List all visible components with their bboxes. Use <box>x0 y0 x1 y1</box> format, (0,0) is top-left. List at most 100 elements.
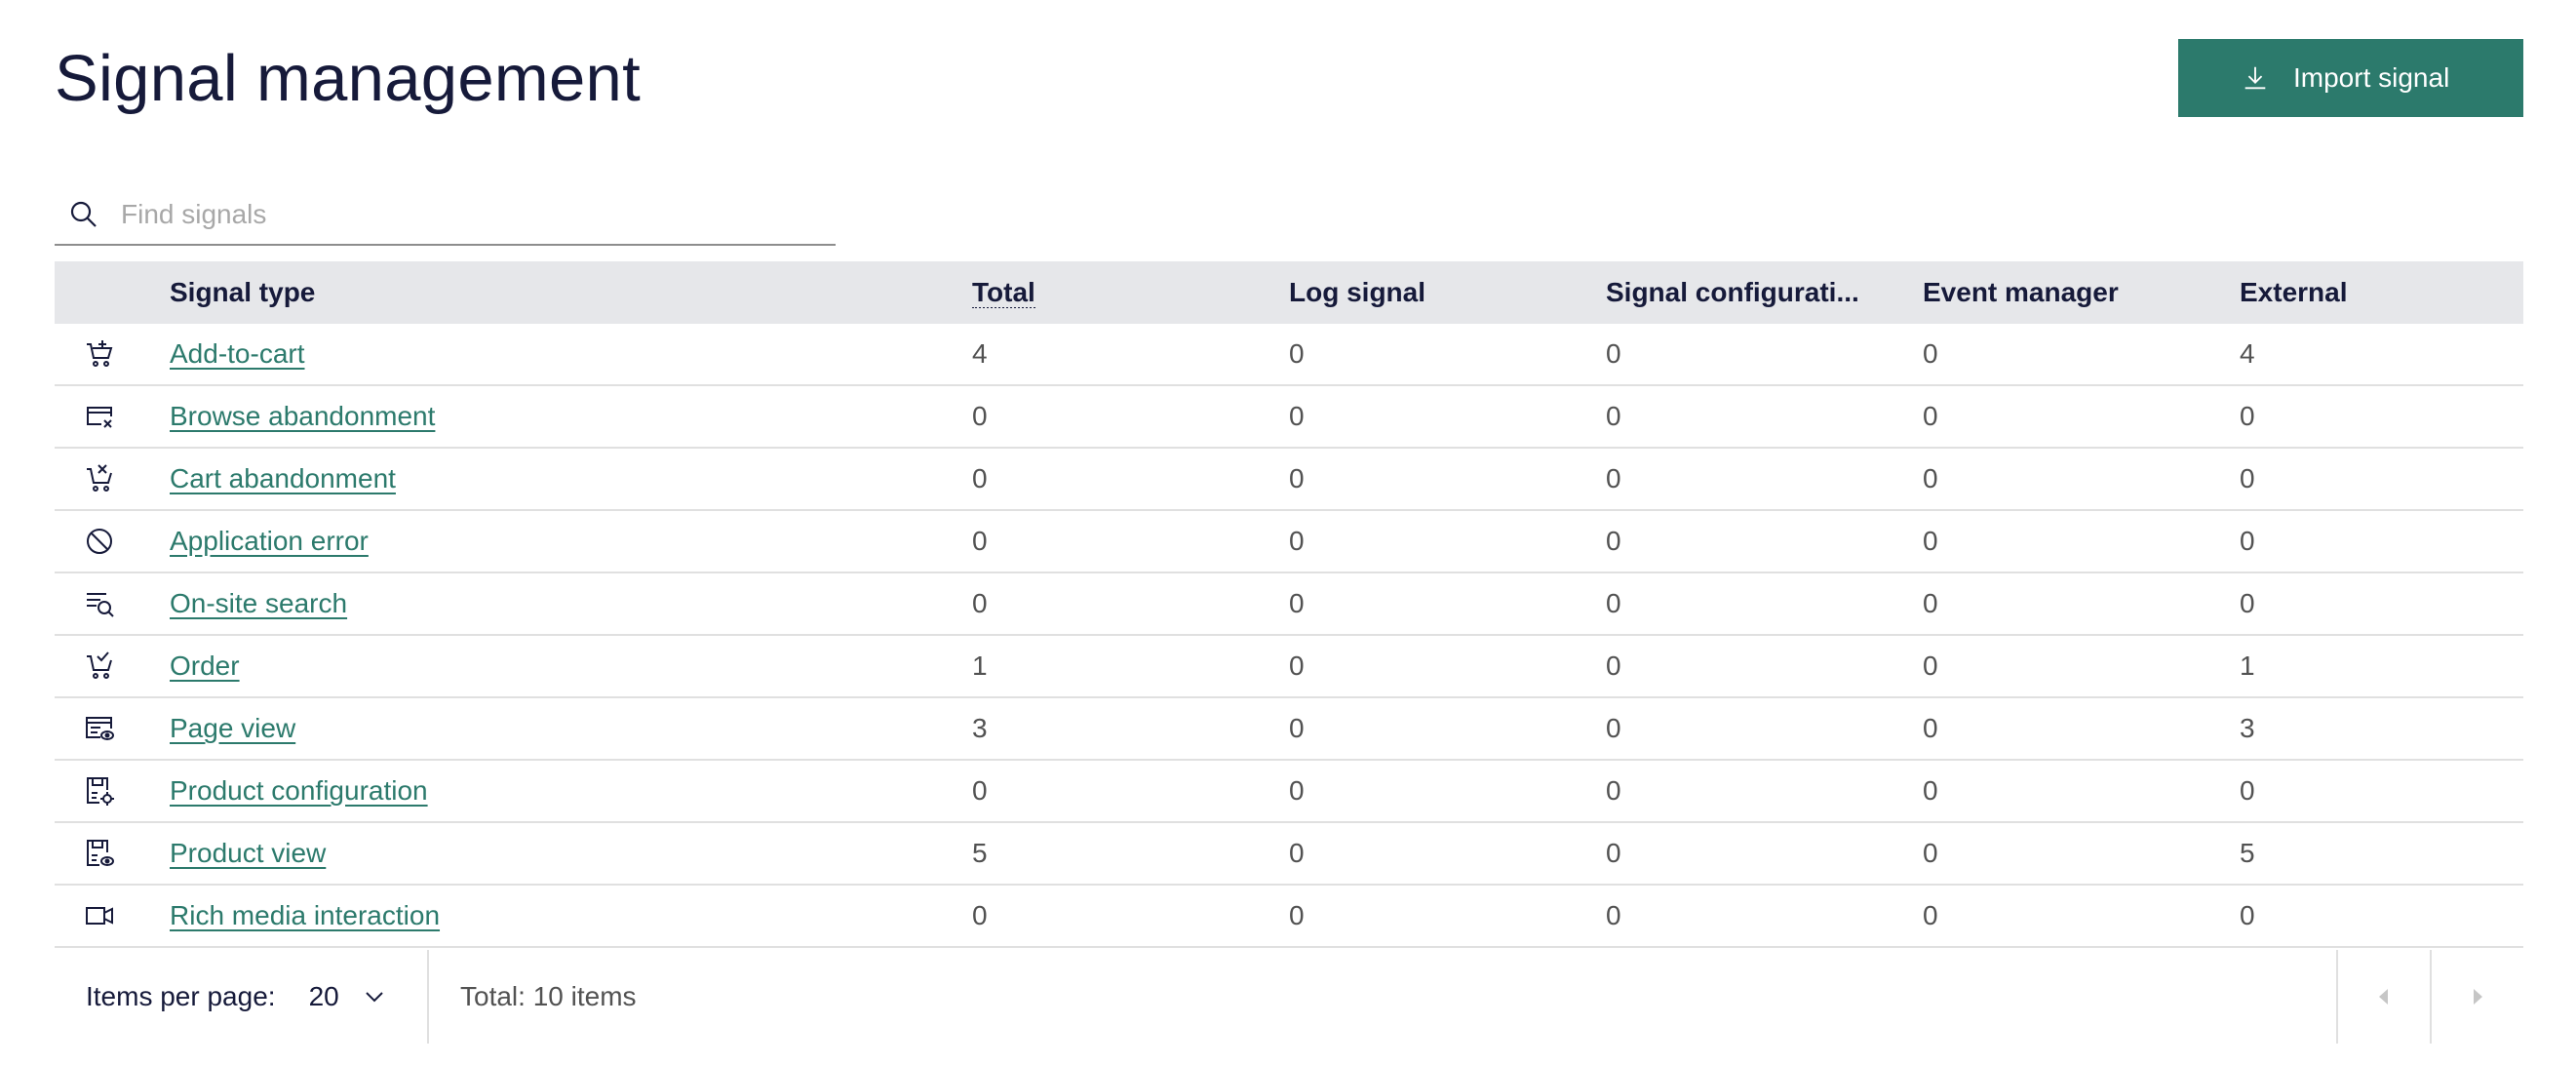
table-row: Application error 0 0 0 0 0 <box>55 511 2523 573</box>
cell-signal-configuration: 0 <box>1606 338 1621 369</box>
cell-total: 1 <box>972 651 988 681</box>
caret-left-icon <box>2379 989 2388 1005</box>
previous-page-button[interactable] <box>2336 950 2430 1044</box>
cell-signal-configuration: 0 <box>1606 838 1621 868</box>
cell-event-manager: 0 <box>1923 900 1938 930</box>
import-signal-button[interactable]: Import signal <box>2178 39 2523 117</box>
import-signal-label: Import signal <box>2293 62 2450 93</box>
cell-log-signal: 0 <box>1289 713 1305 743</box>
cell-signal-configuration: 0 <box>1606 588 1621 618</box>
items-per-page-label: Items per page: <box>86 981 276 1011</box>
cell-total: 0 <box>972 526 988 556</box>
cell-external: 0 <box>2240 463 2255 493</box>
cell-total: 0 <box>972 401 988 431</box>
signal-link-product-configuration[interactable]: Product configuration <box>170 775 428 806</box>
cart-check-icon <box>87 651 112 679</box>
search-bar <box>55 185 836 246</box>
cell-total: 0 <box>972 900 988 930</box>
cell-total: 5 <box>972 838 988 868</box>
cell-total: 4 <box>972 338 988 369</box>
cell-signal-configuration: 0 <box>1606 526 1621 556</box>
cell-total: 0 <box>972 588 988 618</box>
cell-signal-configuration: 0 <box>1606 651 1621 681</box>
table-row: On-site search 0 0 0 0 0 <box>55 573 2523 636</box>
signal-link-cart-abandonment[interactable]: Cart abandonment <box>170 463 396 493</box>
pagination-bar: Items per page: 20 Total: 10 items <box>55 950 2523 1044</box>
page-title: Signal management <box>55 42 642 115</box>
cell-event-manager: 0 <box>1923 775 1938 806</box>
cell-event-manager: 0 <box>1923 463 1938 493</box>
chevron-down-icon[interactable] <box>361 983 388 1010</box>
signal-link-on-site-search[interactable]: On-site search <box>170 588 347 618</box>
cart-add-icon <box>87 340 113 367</box>
table-row: Page view 3 0 0 0 3 <box>55 698 2523 761</box>
signals-table: Signal type Total Log signal Signal conf… <box>55 261 2523 948</box>
cell-event-manager: 0 <box>1923 651 1938 681</box>
column-header-event-manager[interactable]: Event manager <box>1923 277 2240 308</box>
cell-external: 0 <box>2240 775 2255 806</box>
cell-signal-configuration: 0 <box>1606 775 1621 806</box>
cell-event-manager: 0 <box>1923 838 1938 868</box>
cell-external: 5 <box>2240 838 2255 868</box>
browse-abandon-icon <box>87 407 112 428</box>
signal-link-browse-abandonment[interactable]: Browse abandonment <box>170 401 435 431</box>
cell-log-signal: 0 <box>1289 526 1305 556</box>
column-header-log-signal[interactable]: Log signal <box>1289 277 1606 308</box>
signal-link-add-to-cart[interactable]: Add-to-cart <box>170 338 305 369</box>
caret-right-icon <box>2474 989 2482 1005</box>
cell-signal-configuration: 0 <box>1606 900 1621 930</box>
product-config-icon <box>87 777 114 806</box>
download-icon <box>2244 66 2266 90</box>
items-per-page-select[interactable]: 20 <box>309 981 339 1012</box>
cell-log-signal: 0 <box>1289 900 1305 930</box>
cell-signal-configuration: 0 <box>1606 401 1621 431</box>
cell-event-manager: 0 <box>1923 526 1938 556</box>
list-search-icon <box>87 593 114 617</box>
blocked-icon <box>87 529 112 554</box>
table-row: Rich media interaction 0 0 0 0 0 <box>55 886 2523 948</box>
cell-log-signal: 0 <box>1289 463 1305 493</box>
signal-link-product-view[interactable]: Product view <box>170 838 326 868</box>
column-header-signal-configuration[interactable]: Signal configurati... <box>1606 277 1923 308</box>
signal-link-application-error[interactable]: Application error <box>170 526 369 556</box>
table-row: Product view 5 0 0 0 5 <box>55 823 2523 886</box>
table-row: Product configuration 0 0 0 0 0 <box>55 761 2523 823</box>
signal-link-page-view[interactable]: Page view <box>170 713 295 743</box>
cell-external: 4 <box>2240 338 2255 369</box>
cell-total: 0 <box>972 775 988 806</box>
cell-external: 0 <box>2240 526 2255 556</box>
cell-total: 3 <box>972 713 988 743</box>
signal-link-order[interactable]: Order <box>170 651 240 681</box>
cell-log-signal: 0 <box>1289 775 1305 806</box>
product-view-icon <box>87 840 114 866</box>
cell-external: 0 <box>2240 588 2255 618</box>
cell-log-signal: 0 <box>1289 401 1305 431</box>
cell-signal-configuration: 0 <box>1606 463 1621 493</box>
column-header-total[interactable]: Total <box>972 277 1289 308</box>
column-header-signal-type[interactable]: Signal type <box>170 277 972 308</box>
cell-event-manager: 0 <box>1923 401 1938 431</box>
cell-log-signal: 0 <box>1289 588 1305 618</box>
column-header-external[interactable]: External <box>2240 277 2523 308</box>
cell-event-manager: 0 <box>1923 338 1938 369</box>
total-items-text: Total: 10 items <box>460 981 637 1011</box>
table-row: Cart abandonment 0 0 0 0 0 <box>55 449 2523 511</box>
table-row: Browse abandonment 0 0 0 0 0 <box>55 386 2523 449</box>
cell-total: 0 <box>972 463 988 493</box>
signal-link-rich-media-interaction[interactable]: Rich media interaction <box>170 900 440 930</box>
table-header: Signal type Total Log signal Signal conf… <box>55 261 2523 324</box>
cell-external: 0 <box>2240 401 2255 431</box>
cell-log-signal: 0 <box>1289 651 1305 681</box>
cell-log-signal: 0 <box>1289 338 1305 369</box>
page-view-icon <box>86 717 114 740</box>
cell-log-signal: 0 <box>1289 838 1305 868</box>
table-row: Add-to-cart 4 0 0 0 4 <box>55 324 2523 386</box>
search-icon <box>70 201 97 227</box>
cell-external: 0 <box>2240 900 2255 930</box>
cell-event-manager: 0 <box>1923 588 1938 618</box>
search-input[interactable] <box>121 185 836 244</box>
table-row: Order 1 0 0 0 1 <box>55 636 2523 698</box>
cart-remove-icon <box>87 464 112 492</box>
total-header-label: Total <box>972 277 1035 308</box>
next-page-button[interactable] <box>2430 950 2523 1044</box>
